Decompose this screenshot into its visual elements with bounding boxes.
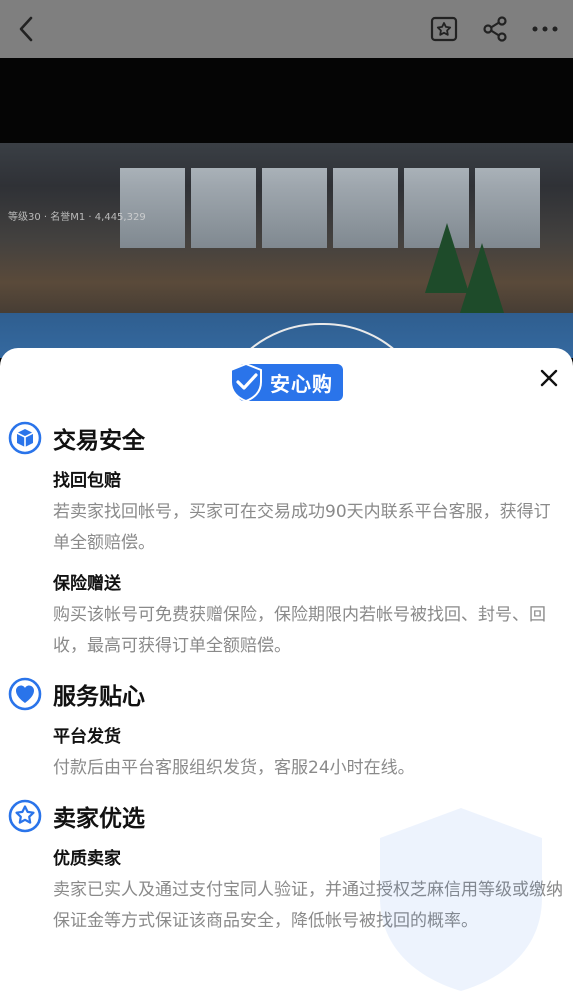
product-image[interactable]: 等级30 · 名誉M1 · 4,445,329 [0, 58, 573, 358]
shield-watermark-icon [380, 808, 542, 991]
list-item: 保险赠送 购买该帐号可免费获赠保险，保险期限内若帐号被找回、封号、回收，最高可获… [8, 569, 563, 662]
section-title: 交易安全 [53, 428, 145, 454]
star-badge-icon [8, 799, 42, 833]
section-title-row: 服务贴心 [8, 676, 563, 712]
item-title: 平台发货 [53, 727, 121, 747]
scene-windows [120, 168, 540, 248]
favorite-star-icon[interactable] [429, 14, 459, 44]
cube-shield-icon [8, 421, 42, 455]
share-icon[interactable] [481, 15, 509, 43]
close-icon [540, 369, 558, 387]
section-service: 服务贴心 平台发货 付款后由平台客服组织发货，客服24小时在线。 [0, 676, 573, 784]
close-button[interactable] [537, 366, 561, 390]
section-title: 服务贴心 [53, 684, 145, 710]
christmas-tree-icon [460, 243, 504, 313]
section-trade-safety: 交易安全 找回包赔 若卖家找回帐号，买家可在交易成功90天内联系平台客服，获得订… [0, 420, 573, 662]
item-description: 购买该帐号可免费获赠保险，保险期限内若帐号被找回、封号、回收，最高可获得订单全额… [53, 605, 546, 656]
heart-icon [8, 677, 42, 711]
list-item: 找回包赔 若卖家找回帐号，买家可在交易成功90天内联系平台客服，获得订单全额赔偿… [8, 466, 563, 559]
section-title: 卖家优选 [53, 806, 145, 832]
anxin-badge: 安心购 [228, 362, 343, 402]
section-title-row: 交易安全 [8, 420, 563, 456]
back-icon[interactable] [18, 16, 34, 42]
list-item: 平台发货 付款后由平台客服组织发货，客服24小时在线。 [8, 722, 563, 784]
shield-check-icon [230, 362, 262, 402]
item-description: 若卖家找回帐号，买家可在交易成功90天内联系平台客服，获得订单全额赔偿。 [53, 502, 551, 553]
top-nav-bar [0, 0, 573, 58]
sheet-header: 安心购 [0, 348, 573, 418]
item-title: 保险赠送 [53, 574, 121, 594]
assurance-bottom-sheet: 安心购 交易安全 找回包赔 若卖家找回帐号，买家可在交易成功90天内联系平台客服… [0, 348, 573, 993]
item-title: 找回包赔 [53, 471, 121, 491]
item-description: 付款后由平台客服组织发货，客服24小时在线。 [53, 758, 415, 778]
game-hud-text: 等级30 · 名誉M1 · 4,445,329 [8, 212, 146, 223]
more-icon[interactable] [531, 25, 559, 33]
